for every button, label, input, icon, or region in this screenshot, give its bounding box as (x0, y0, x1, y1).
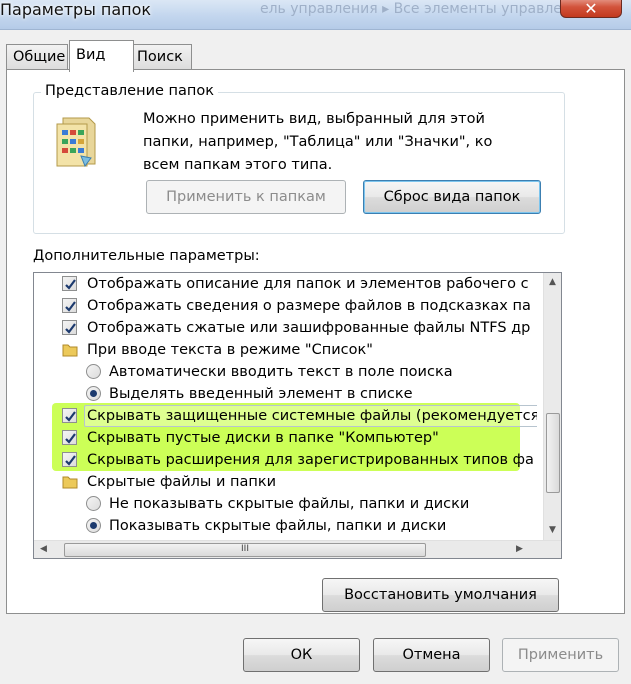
checkmark-icon (65, 433, 76, 444)
scroll-up-icon[interactable]: ▲ (549, 277, 556, 287)
tab-view[interactable]: Вид (69, 40, 134, 72)
horizontal-scrollbar[interactable]: ◀ III ▶ (34, 540, 561, 558)
checkbox[interactable] (62, 408, 77, 423)
list-item-label: Отображать описание для папок и элементо… (87, 276, 529, 292)
folder-views-legend: Представление папок (41, 83, 219, 99)
apply-button[interactable]: Применить (502, 638, 619, 672)
scroll-left-icon[interactable]: ◀ (40, 544, 47, 554)
advanced-settings-label: Дополнительные параметры: (33, 248, 260, 264)
scroll-right-icon[interactable]: ▶ (516, 544, 523, 554)
checkmark-icon (65, 411, 76, 422)
list-item-label: Не показывать скрытые файлы, папки и дис… (109, 496, 470, 512)
folder-views-description: Можно применить вид, выбранный для этой … (143, 108, 543, 177)
checkmark-icon (65, 323, 76, 334)
folder-view-icon (56, 117, 96, 168)
reset-folders-button[interactable]: Сброс вида папок (363, 180, 541, 214)
list-item-label: Выделять введенный элемент в списке (109, 386, 413, 402)
advanced-settings-list[interactable]: Отображать описание для папок и элементо… (33, 272, 562, 559)
radio-button[interactable] (86, 364, 101, 379)
advanced-settings-items: Отображать описание для папок и элементо… (34, 273, 537, 540)
title-bar[interactable]: Параметры папок ель управления ▸ Все эле… (0, 0, 631, 30)
list-item-label: Скрывать пустые диски в папке "Компьютер… (87, 430, 439, 446)
checkmark-icon (65, 301, 76, 312)
window-title: Параметры папок (0, 0, 152, 19)
vertical-scroll-thumb[interactable] (546, 413, 560, 493)
cancel-button[interactable]: Отмена (373, 638, 490, 672)
checkbox[interactable] (62, 320, 77, 335)
list-item-label: Отображать сведения о размере файлов в п… (87, 298, 531, 314)
horizontal-scroll-thumb[interactable]: III (64, 543, 426, 557)
checkbox[interactable] (62, 298, 77, 313)
background-window-title: ель управления ▸ Все элементы управле (260, 1, 562, 17)
list-group-label: При вводе текста в режиме "Список" (87, 342, 373, 358)
checkbox[interactable] (62, 430, 77, 445)
list-item-label: Скрывать расширения для зарегистрированн… (87, 452, 534, 468)
radio-button[interactable] (86, 518, 101, 533)
list-item-label: Скрывать защищенные системные файлы (рек… (87, 408, 537, 424)
vertical-scrollbar[interactable]: ▲ ▼ (543, 273, 561, 540)
list-item-label: Показывать скрытые файлы, папки и диски (109, 518, 447, 534)
checkmark-icon (65, 279, 76, 290)
close-button[interactable]: ✕ (560, 0, 622, 18)
checkbox[interactable] (62, 276, 77, 291)
folder-icon (62, 344, 78, 357)
apply-to-folders-button[interactable]: Применить к папкам (146, 180, 346, 214)
scroll-down-icon[interactable]: ▼ (549, 525, 556, 535)
list-group-label: Скрытые файлы и папки (87, 474, 277, 490)
list-item-label: Отображать сжатые или зашифрованные файл… (87, 320, 531, 336)
tab-search[interactable]: Поиск (130, 44, 192, 70)
ok-button[interactable]: ОК (243, 638, 360, 672)
radio-button[interactable] (86, 386, 101, 401)
description-line: Можно применить вид, выбранный для этой (143, 111, 485, 127)
folder-icon (62, 476, 78, 489)
checkmark-icon (65, 455, 76, 466)
radio-button[interactable] (86, 496, 101, 511)
description-line: всем папкам этого типа. (143, 157, 333, 173)
restore-defaults-button[interactable]: Восстановить умолчания (322, 578, 559, 612)
list-item-label: Автоматически вводить текст в поле поиск… (109, 364, 453, 380)
checkbox[interactable] (62, 452, 77, 467)
description-line: папки, например, "Таблица" или "Значки",… (143, 134, 493, 150)
tab-general[interactable]: Общие (6, 44, 68, 70)
view-tab-panel: Представление папок Можно применить вид,… (6, 69, 625, 614)
